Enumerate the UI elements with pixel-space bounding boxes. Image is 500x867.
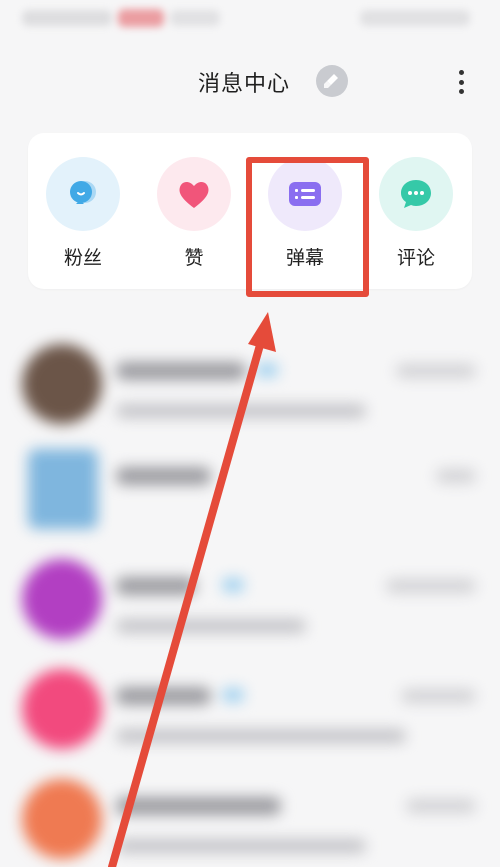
list-item[interactable]: [0, 330, 500, 440]
avatar: [22, 559, 102, 639]
avatar: [28, 449, 98, 529]
list-item-time: [406, 799, 476, 813]
list-item-time: [386, 579, 476, 593]
more-options-button[interactable]: [450, 67, 472, 97]
list-item-title: [116, 797, 281, 815]
status-bar-time: [22, 10, 112, 26]
list-item-preview: [116, 729, 406, 743]
list-item[interactable]: [0, 545, 500, 655]
message-list: [0, 320, 500, 867]
shortcut-fans[interactable]: 粉丝: [43, 157, 123, 277]
heart-icon-circle: [157, 157, 231, 231]
heart-icon: [179, 181, 209, 208]
avatar: [22, 669, 102, 749]
list-item-title: [116, 687, 211, 705]
vip-badge-icon: [256, 363, 278, 377]
avatar: [22, 344, 102, 424]
clear-broom-icon[interactable]: [316, 65, 348, 97]
more-dot-icon: [458, 70, 464, 75]
list-item-preview: [116, 619, 306, 633]
vip-badge-icon: [222, 688, 244, 702]
vip-badge-icon: [222, 578, 244, 592]
list-item-title: [116, 577, 196, 595]
list-item-time: [396, 364, 476, 378]
fans-icon: [70, 181, 96, 204]
status-bar-info: [170, 10, 220, 26]
list-item[interactable]: [0, 765, 500, 867]
shortcut-likes[interactable]: 赞: [154, 157, 234, 277]
list-item-time: [436, 469, 476, 483]
more-dot-icon: [458, 89, 464, 94]
avatar: [22, 779, 102, 859]
shortcut-comments-label: 评论: [396, 247, 435, 269]
list-item-time: [401, 689, 476, 703]
page-title: 消息中心: [198, 72, 291, 97]
status-bar-indicators: [360, 10, 470, 26]
more-dot-icon: [458, 79, 464, 85]
list-item[interactable]: [0, 435, 500, 545]
page-header: 消息中心: [0, 50, 500, 112]
list-item-preview: [116, 404, 366, 418]
shortcut-comments[interactable]: 评论: [376, 157, 456, 277]
list-item-title: [116, 467, 211, 485]
comment-icon-circle: [379, 157, 453, 231]
status-bar: [0, 0, 500, 38]
fans-icon-circle: [46, 157, 120, 231]
list-item-title: [116, 362, 246, 380]
shortcut-fans-label: 粉丝: [63, 247, 102, 269]
list-item[interactable]: [0, 655, 500, 765]
highlight-box: [246, 157, 369, 297]
status-bar-badge: [118, 9, 164, 27]
comment-icon: [401, 180, 431, 208]
shortcut-likes-label: 赞: [184, 247, 204, 269]
list-item-preview: [116, 839, 366, 853]
